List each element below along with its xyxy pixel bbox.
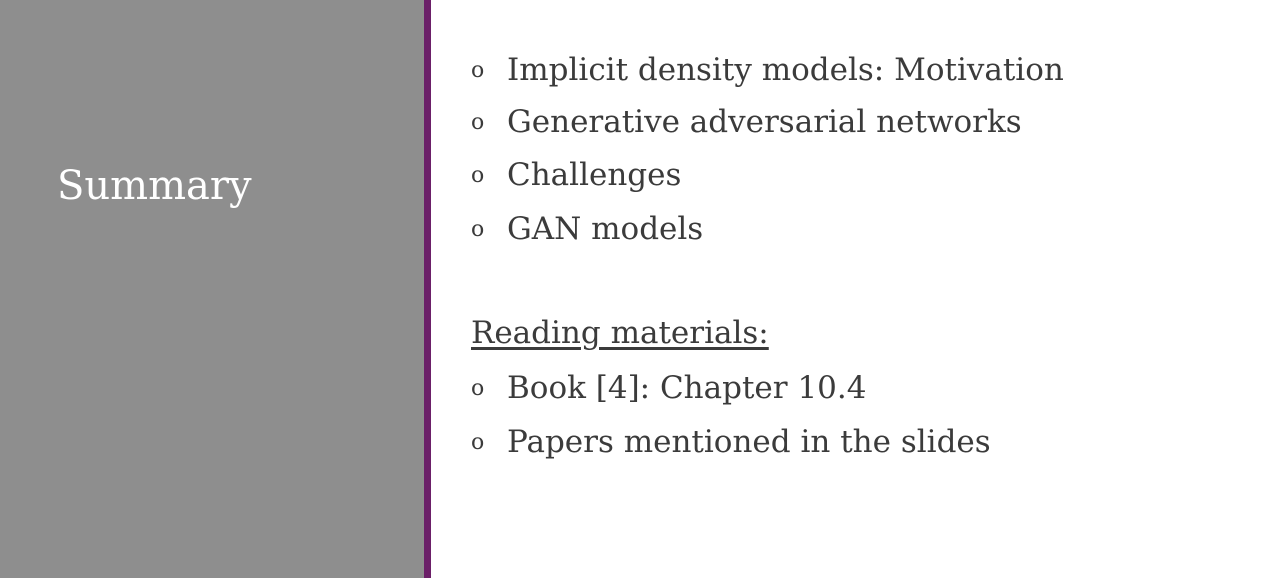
bullet-circle-icon: o bbox=[471, 216, 485, 242]
topic-item: o GAN models bbox=[471, 209, 703, 249]
topic-item: o Generative adversarial networks bbox=[471, 102, 1022, 142]
bullet-circle-icon: o bbox=[471, 57, 485, 83]
accent-divider bbox=[424, 0, 431, 578]
topic-item: o Implicit density models: Motivation bbox=[471, 50, 1064, 90]
reading-text: Papers mentioned in the slides bbox=[507, 424, 991, 460]
reading-item: o Papers mentioned in the slides bbox=[471, 422, 991, 462]
topic-item: o Challenges bbox=[471, 155, 681, 195]
topic-text: Implicit density models: Motivation bbox=[507, 52, 1064, 88]
topic-text: Challenges bbox=[507, 157, 682, 193]
topic-text: Generative adversarial networks bbox=[507, 104, 1022, 140]
bullet-circle-icon: o bbox=[471, 109, 485, 135]
bullet-circle-icon: o bbox=[471, 162, 485, 188]
bullet-circle-icon: o bbox=[471, 429, 485, 455]
reading-text: Book [4]: Chapter 10.4 bbox=[507, 370, 867, 406]
bullet-circle-icon: o bbox=[471, 375, 485, 401]
title-panel: Summary bbox=[0, 0, 424, 578]
reading-item: o Book [4]: Chapter 10.4 bbox=[471, 368, 866, 408]
topic-text: GAN models bbox=[507, 211, 704, 247]
slide-title: Summary bbox=[57, 163, 252, 209]
reading-materials-heading: Reading materials: bbox=[471, 315, 769, 351]
